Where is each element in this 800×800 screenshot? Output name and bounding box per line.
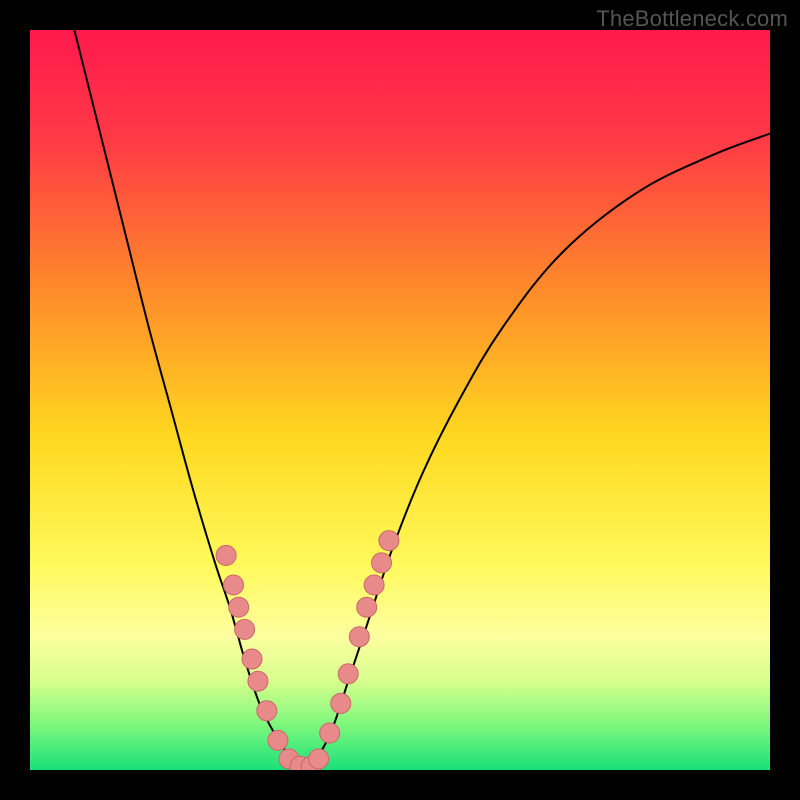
marker-point: [235, 619, 255, 639]
marker-point: [379, 531, 399, 551]
marker-point: [242, 649, 262, 669]
gradient-background: [30, 30, 770, 770]
marker-point: [216, 545, 236, 565]
marker-point: [257, 701, 277, 721]
chart-frame: TheBottleneck.com: [0, 0, 800, 800]
marker-point: [331, 693, 351, 713]
marker-point: [349, 627, 369, 647]
marker-point: [320, 723, 340, 743]
marker-point: [229, 597, 249, 617]
marker-point: [268, 730, 288, 750]
marker-point: [338, 664, 358, 684]
marker-point: [364, 575, 384, 595]
chart-svg: [30, 30, 770, 770]
marker-point: [248, 671, 268, 691]
watermark-text: TheBottleneck.com: [596, 6, 788, 32]
marker-point: [224, 575, 244, 595]
marker-point: [309, 749, 329, 769]
marker-point: [357, 597, 377, 617]
plot-area: [30, 30, 770, 770]
marker-point: [372, 553, 392, 573]
